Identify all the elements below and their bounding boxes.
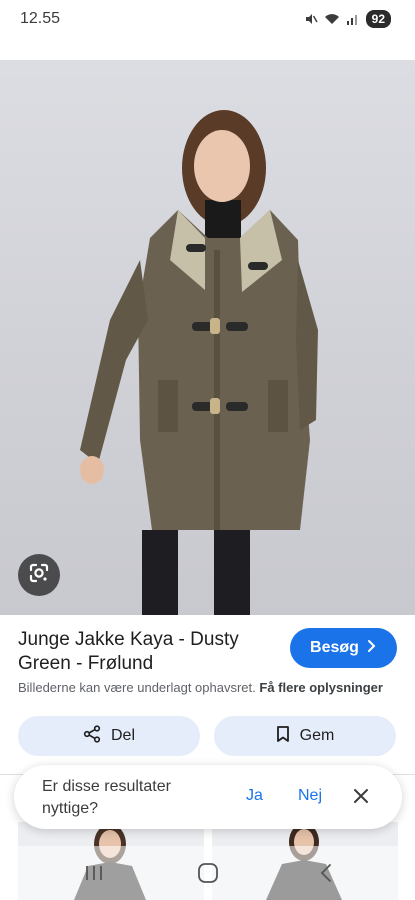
share-icon: [83, 724, 101, 748]
status-bar: 12.55 92: [0, 0, 415, 40]
status-time: 12.55: [20, 10, 61, 27]
product-photo-illustration: [80, 110, 318, 615]
wifi-icon: [324, 12, 340, 26]
copyright-notice: Billederne kan være underlagt ophavsret.…: [18, 680, 408, 695]
mute-icon: [304, 12, 318, 26]
battery-icon: 92: [365, 10, 391, 28]
system-nav-bar: [0, 846, 415, 900]
product-image[interactable]: [0, 60, 415, 615]
result-title[interactable]: Junge Jakke Kaya - Dusty Green - Frølund: [18, 628, 278, 676]
signal-icon: [346, 12, 360, 26]
google-lens-button[interactable]: [18, 554, 60, 596]
home-icon[interactable]: [194, 860, 222, 886]
recent-apps-icon[interactable]: [80, 860, 108, 886]
save-button-label: Gem: [299, 727, 335, 744]
save-button[interactable]: Gem: [214, 716, 396, 756]
feedback-card: Er disse resultater nyttige? Ja Nej: [14, 765, 402, 829]
share-button-label: Del: [110, 727, 135, 744]
visit-button-label: Besøg: [310, 639, 359, 656]
chevron-right-icon: [367, 639, 377, 658]
bookmark-icon: [276, 725, 290, 748]
feedback-no-button[interactable]: Nej: [298, 787, 322, 805]
copyright-text: Billederne kan være underlagt ophavsret.: [18, 680, 256, 695]
visit-button[interactable]: Besøg: [290, 628, 397, 668]
feedback-yes-button[interactable]: Ja: [246, 787, 263, 805]
feedback-question: Er disse resultater nyttige?: [42, 778, 171, 817]
google-lens-icon: [28, 562, 50, 589]
more-info-link[interactable]: Få flere oplysninger: [259, 680, 383, 695]
close-icon[interactable]: [352, 787, 370, 805]
status-icons: 92: [304, 10, 391, 28]
back-icon[interactable]: [312, 860, 340, 886]
share-button[interactable]: Del: [18, 716, 200, 756]
